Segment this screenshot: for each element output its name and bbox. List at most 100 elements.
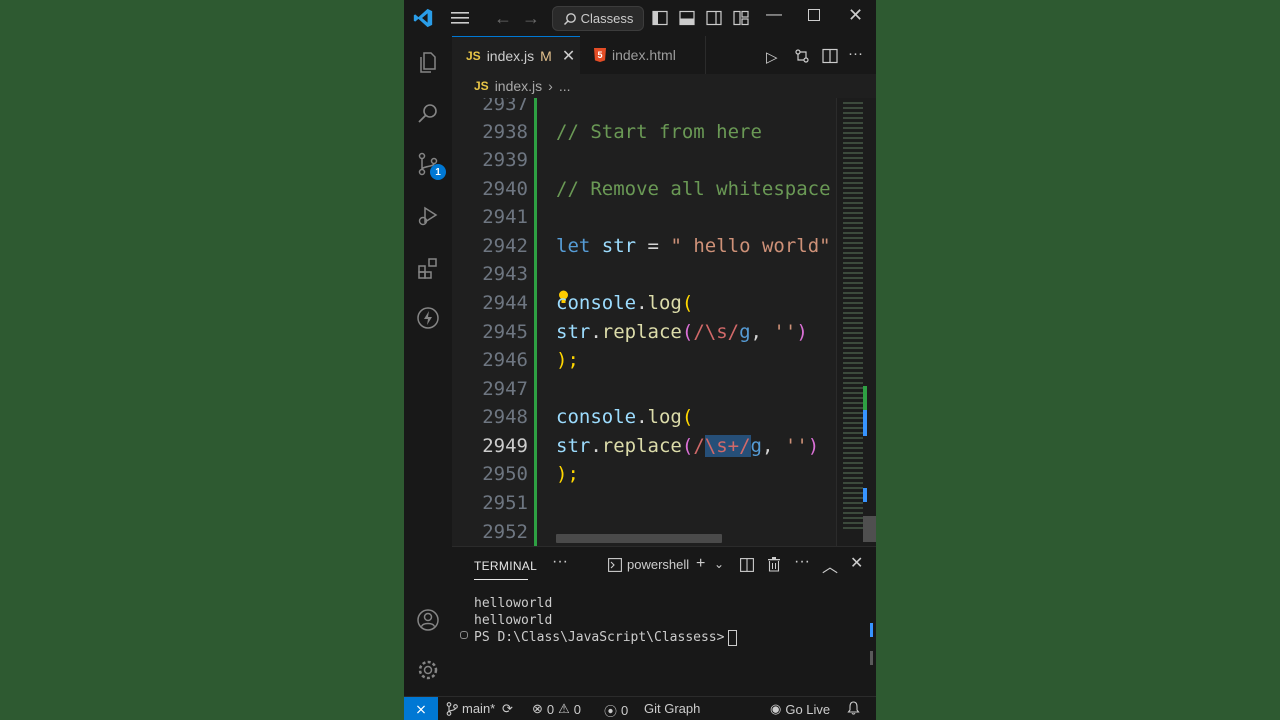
broadcast-icon: ◉	[770, 701, 782, 716]
more-actions-icon[interactable]: ···	[848, 45, 863, 62]
javascript-file-icon: JS	[466, 48, 481, 63]
terminal-prompt: PS D:\Class\JavaScript\Classess>	[474, 630, 725, 645]
comma: ,	[750, 321, 774, 343]
code-content[interactable]: // Start from here // Remove all whitesp…	[556, 98, 876, 546]
line-number: 2948	[482, 406, 528, 428]
shell-label: powershell	[627, 557, 690, 572]
regex-open: /	[693, 435, 705, 457]
go-live-button[interactable]: ◉ Go Live	[770, 701, 830, 717]
open-paren: (	[681, 406, 694, 428]
more-actions-icon[interactable]: ···	[794, 553, 810, 571]
ports-indicator[interactable]: ⦿ 0	[604, 701, 628, 720]
bell-icon[interactable]	[847, 701, 860, 715]
terminal-scrollbar-thumb[interactable]	[870, 651, 873, 665]
activity-bar: 1	[404, 36, 453, 696]
manage-gear-icon[interactable]	[416, 658, 440, 682]
close-tab-icon[interactable]: ✕	[562, 46, 575, 66]
line-number: 2938	[482, 121, 528, 143]
run-and-debug-icon[interactable]	[416, 204, 440, 228]
split-editor-icon[interactable]	[822, 48, 838, 64]
editor-tabs: JS index.js M ✕ 5 index.html ▷ ···	[452, 36, 876, 74]
git-graph-label: Git Graph	[644, 701, 701, 716]
terminal-output[interactable]: helloworld helloworld PS D:\Class\JavaSc…	[474, 595, 854, 646]
dot: .	[636, 406, 648, 428]
breadcrumb-symbols[interactable]: ...	[559, 78, 571, 94]
dot: .	[590, 435, 602, 457]
terminal-panel: TERMINAL ··· powershell + ⌄ ··· ︿ ✕ hell…	[452, 546, 876, 697]
run-icon[interactable]: ▷	[766, 48, 778, 66]
method-replace: replace	[601, 435, 682, 457]
vertical-scrollbar-thumb[interactable]	[863, 516, 876, 542]
explorer-icon[interactable]	[416, 50, 440, 74]
minimap[interactable]	[836, 98, 876, 546]
toggle-panel-icon[interactable]	[679, 10, 695, 26]
code-line-2944: console.log(	[556, 289, 693, 317]
sync-icon[interactable]: ⟳	[502, 701, 513, 717]
html-file-icon: 5	[594, 48, 606, 62]
command-decoration-icon[interactable]	[460, 631, 468, 639]
tab-terminal[interactable]: TERMINAL	[474, 559, 537, 573]
close-paren: )	[796, 321, 808, 343]
new-terminal-icon[interactable]: +	[696, 555, 705, 573]
maximize-icon[interactable]	[808, 9, 820, 21]
line-number: 2939	[482, 149, 528, 171]
panel-more-icon[interactable]: ···	[552, 553, 568, 571]
breadcrumb-file[interactable]: index.js	[495, 78, 542, 94]
object-console: console	[556, 406, 637, 428]
code-line-2946: );	[556, 349, 579, 371]
error-count: 0	[546, 701, 555, 717]
variable-str: str	[601, 235, 637, 257]
horizontal-scrollbar[interactable]	[556, 534, 722, 543]
close-panel-icon[interactable]: ✕	[850, 553, 863, 573]
open-paren: (	[681, 321, 694, 343]
open-paren: (	[681, 435, 694, 457]
vscode-logo-icon[interactable]	[412, 7, 434, 29]
toggle-primary-sidebar-icon[interactable]	[652, 10, 668, 26]
method-log: log	[647, 406, 682, 428]
terminal-icon	[608, 557, 622, 572]
broadcast-icon: ⦿	[604, 704, 618, 719]
command-center-search[interactable]: Classess	[552, 6, 644, 31]
customize-layout-icon[interactable]	[733, 10, 749, 26]
string-literal: " hello world"	[670, 235, 831, 257]
chevron-down-icon[interactable]: ⌄	[714, 557, 724, 571]
error-icon: ⊗	[532, 701, 543, 716]
selected-text[interactable]: \s+/	[704, 435, 751, 457]
menu-icon[interactable]	[450, 9, 470, 27]
problems-indicator[interactable]: ⊗ 0 ⚠ 0	[532, 701, 581, 717]
code-editor[interactable]: 2937 2938 2939 2940 2941 2942 2943 2944 …	[452, 98, 876, 546]
thunder-client-icon[interactable]	[416, 306, 440, 330]
code-line-2945: str.replace(/\s/g, '')	[556, 318, 808, 346]
go-live-label: Go Live	[785, 701, 831, 717]
git-graph-button[interactable]: Git Graph	[644, 701, 700, 716]
code-line-2948: console.log(	[556, 403, 693, 431]
arrow-left-icon[interactable]: ←	[494, 8, 512, 29]
tab-index-js[interactable]: JS index.js M ✕	[452, 36, 580, 74]
maximize-panel-icon[interactable]: ︿	[822, 553, 838, 577]
search-icon[interactable]	[416, 102, 440, 126]
split-terminal-icon[interactable]	[740, 558, 754, 572]
minimize-icon[interactable]: —	[766, 6, 782, 24]
minimap-selection-marker	[863, 410, 867, 436]
tab-index-html[interactable]: 5 index.html	[580, 36, 706, 74]
minimap-content	[843, 102, 863, 532]
modified-indicator: M	[540, 47, 552, 64]
line-number: 2941	[482, 206, 528, 228]
branch-indicator[interactable]: main*	[446, 701, 495, 716]
trash-icon[interactable]	[767, 557, 781, 572]
javascript-file-icon: JS	[474, 79, 489, 93]
status-bar: ⨯ main* ⟳ ⊗ 0 ⚠ 0 ⦿ 0 Git Graph ◉ Go Liv…	[404, 696, 876, 720]
code-line-2938: // Start from here	[556, 121, 762, 143]
line-number: 2945	[482, 321, 528, 343]
remote-indicator-icon[interactable]: ⨯	[404, 697, 438, 720]
terminal-line: helloworld	[474, 613, 553, 628]
extensions-icon[interactable]	[416, 256, 440, 280]
open-changes-icon[interactable]	[794, 48, 810, 64]
terminal-selector[interactable]: powershell	[608, 557, 689, 572]
arrow-right-icon[interactable]: →	[522, 8, 540, 29]
accounts-icon[interactable]	[416, 608, 440, 632]
close-icon[interactable]: ✕	[848, 5, 863, 26]
line-number: 2942	[482, 235, 528, 257]
breadcrumb: JS index.js › ...	[452, 74, 876, 98]
toggle-secondary-sidebar-icon[interactable]	[706, 10, 722, 26]
